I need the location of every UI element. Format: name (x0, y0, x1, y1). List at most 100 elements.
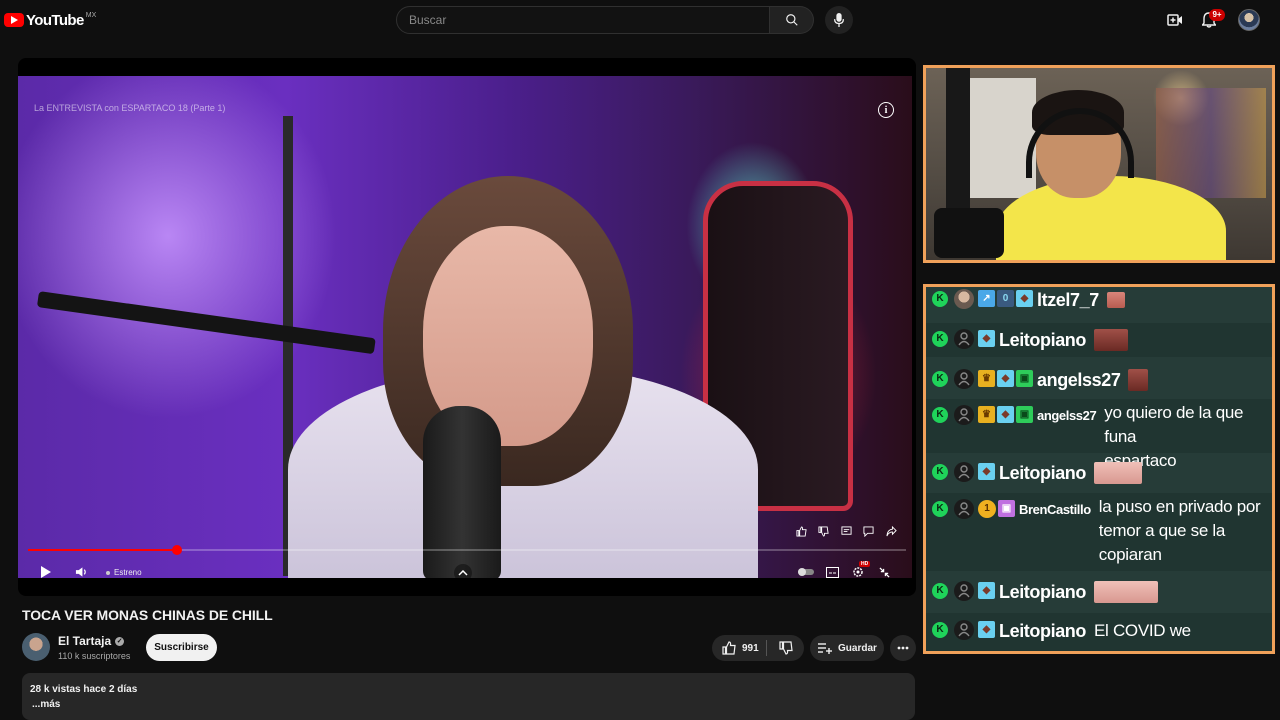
country-code: MX (85, 11, 97, 19)
youtube-logo[interactable]: YouTube MX (4, 10, 96, 30)
channel-avatar[interactable] (22, 633, 50, 661)
subtitles-icon[interactable] (824, 564, 840, 578)
chat-username: Leitopiano (999, 463, 1086, 483)
kick-badge-icon: K (932, 407, 948, 423)
kick-badge-icon: K (932, 291, 948, 307)
subscriber-badge-icon: ◆ (978, 463, 995, 480)
chat-text-line: temor a que se la (1098, 521, 1226, 540)
subscriber-count: 110 k suscriptores (58, 651, 131, 661)
chat-username: angelss27 (1037, 370, 1121, 390)
chat-message: K ◆ Leitopiano (926, 323, 1272, 357)
chat-username: Leitopiano (999, 621, 1086, 641)
hd-badge-icon: HD (859, 561, 871, 567)
save-button[interactable]: Guardar (810, 635, 884, 661)
top-bar: YouTube MX 9+ (0, 0, 1280, 40)
chat-icon[interactable] (861, 523, 877, 539)
like-icon[interactable] (793, 523, 809, 539)
chat-username: Leitopiano (999, 582, 1086, 602)
emote-icon (1106, 292, 1125, 308)
progress-scrubber[interactable] (172, 545, 183, 555)
chat-message-text: El COVID we (1094, 621, 1191, 640)
arrow-badge-icon: ↗ (978, 290, 995, 307)
dislike-button[interactable] (767, 635, 804, 661)
subscriber-badge-icon: ◆ (978, 582, 995, 599)
play-icon[interactable] (38, 564, 54, 578)
microphone-shape (423, 406, 501, 578)
gift-badge-icon: ▣ (1016, 370, 1033, 387)
show-more-link[interactable]: ...más (32, 699, 60, 710)
emote-icon (1094, 462, 1142, 484)
account-avatar[interactable] (1238, 9, 1260, 31)
chat-message: K ◆ Leitopiano (926, 457, 1272, 491)
user-avatar (954, 289, 974, 309)
autoplay-toggle-icon[interactable] (798, 564, 814, 578)
premiere-indicator: Estreno (106, 568, 142, 577)
info-icon[interactable]: i (878, 102, 894, 118)
subscribe-button[interactable]: Suscribirse (146, 634, 217, 661)
crown-badge-icon: ♛ (978, 370, 995, 387)
player-overlay-title[interactable]: La ENTREVISTA con ESPARTACO 18 (Parte 1) (34, 103, 225, 113)
crown-badge-icon: ♛ (978, 406, 995, 423)
more-actions-button[interactable] (890, 635, 916, 661)
badge-list: 1 ▣ (978, 500, 1015, 518)
chat-message: K ↗ 0 ◆ ltzel7_7 (926, 289, 1272, 313)
shelf-shape (1156, 88, 1266, 198)
description-box[interactable]: 28 k vistas hace 2 días ...más (22, 673, 915, 720)
comments-icon[interactable] (838, 523, 854, 539)
coin-badge-icon: 1 (978, 500, 996, 518)
channel-name: El Tartaja (58, 634, 112, 648)
subscriber-badge-icon: ◆ (978, 330, 995, 347)
kick-badge-icon: K (932, 501, 948, 517)
chat-text-line: la puso en privado por (1098, 497, 1261, 516)
webcam-overlay (923, 65, 1275, 263)
video-frame[interactable]: La ENTREVISTA con ESPARTACO 18 (Parte 1)… (18, 76, 912, 578)
search-input[interactable] (407, 12, 769, 28)
progress-bar[interactable] (28, 545, 906, 555)
like-dislike-group: 991 (712, 635, 804, 661)
subscriber-badge-icon: ◆ (997, 406, 1014, 423)
chat-username: ltzel7_7 (1037, 290, 1099, 310)
voice-search-button[interactable] (825, 6, 853, 34)
user-avatar (954, 499, 974, 519)
thumbs-down-icon (778, 641, 793, 655)
search-button[interactable] (770, 6, 814, 34)
streamer-mic-shape (934, 208, 1004, 258)
mic-arm-shape (946, 68, 970, 218)
share-icon[interactable] (883, 523, 899, 539)
video-player[interactable]: La ENTREVISTA con ESPARTACO 18 (Parte 1)… (18, 58, 916, 596)
badge-list: ◆ (978, 463, 995, 480)
chat-username: BrenCastillo (1019, 502, 1091, 517)
verified-check-icon: ✓ (115, 636, 125, 646)
purple-gift-badge-icon: ▣ (998, 500, 1015, 517)
user-avatar (954, 462, 974, 482)
like-button[interactable]: 991 (712, 635, 766, 661)
premiere-dot (106, 570, 110, 575)
chat-username: Leitopiano (999, 330, 1086, 350)
chevron-up-icon[interactable] (454, 564, 472, 578)
subscriber-badge-icon: ◆ (978, 621, 995, 638)
create-video-icon (1167, 14, 1182, 26)
create-button[interactable] (1164, 10, 1186, 30)
subscriber-badge-icon: ◆ (1016, 290, 1033, 307)
dislike-icon[interactable] (816, 523, 832, 539)
player-controls: Estreno HD (18, 558, 912, 578)
exit-fullscreen-icon[interactable] (876, 564, 892, 578)
search-box[interactable] (396, 6, 770, 34)
notification-count-badge: 9+ (1209, 9, 1225, 21)
volume-icon[interactable] (73, 564, 89, 578)
user-avatar (954, 369, 974, 389)
badge-list: ♛ ◆ ▣ (978, 370, 1033, 387)
user-avatar (954, 581, 974, 601)
search-icon (785, 14, 798, 26)
user-avatar (954, 329, 974, 349)
thumbs-up-icon (722, 641, 736, 655)
subscriber-badge-icon: ◆ (997, 370, 1014, 387)
logo-text: YouTube (26, 11, 84, 29)
chat-message: K 1 ▣ BrenCastillo la puso en privado po… (926, 493, 1272, 571)
views-and-date: 28 k vistas hace 2 días (30, 684, 138, 695)
channel-name-link[interactable]: El Tartaja ✓ (58, 634, 125, 648)
chat-username: angelss27 (1037, 408, 1097, 423)
kick-badge-icon: K (932, 583, 948, 599)
premiere-label: Estreno (114, 568, 142, 577)
progress-played (28, 549, 178, 551)
